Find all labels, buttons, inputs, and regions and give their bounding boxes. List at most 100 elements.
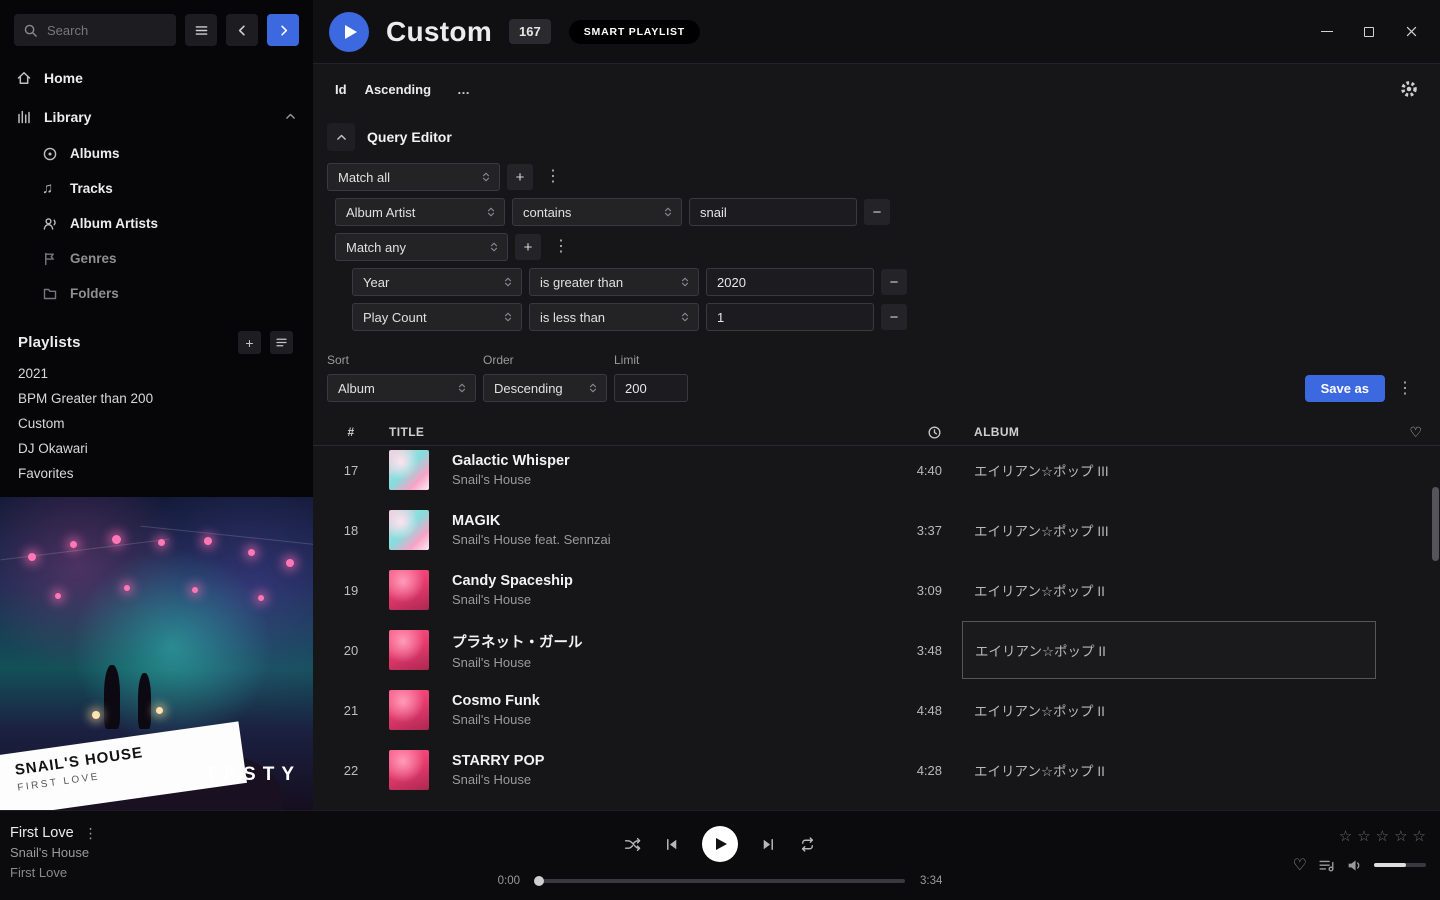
maximize-button[interactable] [1352,17,1386,47]
now-playing-menu-button[interactable]: ⋮ [84,823,98,843]
column-number[interactable]: # [347,425,354,439]
track-count-badge: 167 [509,19,551,44]
play-pause-button[interactable] [702,826,738,862]
seek-knob[interactable] [534,876,544,886]
rule-value-input[interactable] [706,268,874,296]
rule-field-select[interactable]: Album Artist [335,198,505,226]
album-art-thumbnail [389,630,429,670]
track-album[interactable]: エイリアン☆ポップ III [974,460,1388,480]
track-album[interactable]: エイリアン☆ポップ II [974,760,1388,780]
repeat-button[interactable] [799,836,816,853]
track-row[interactable]: 21 Cosmo Funk Snail's House 4:48 エイリアン☆ポ… [313,680,1440,740]
chevron-up-icon[interactable] [284,110,297,123]
rule-field-select[interactable]: Play Count [352,303,522,331]
limit-input[interactable] [614,374,688,402]
sort-column: Sort Album [327,353,476,402]
match-type-select[interactable]: Match any [335,233,508,261]
star-icon[interactable]: ☆ [1357,827,1370,845]
menu-button[interactable] [185,14,217,46]
previous-track-button[interactable] [663,836,680,853]
collapse-query-editor-button[interactable] [327,123,355,151]
rule-value-input[interactable] [706,303,874,331]
next-track-button[interactable] [760,836,777,853]
column-album[interactable]: ALBUM [974,425,1388,439]
tracklist-scrollbar[interactable] [1432,487,1439,561]
track-row[interactable]: 18 MAGIK Snail's House feat. Sennzai 3:3… [313,500,1440,560]
now-playing-artist: Snail's House [10,843,98,863]
save-as-button[interactable]: Save as [1305,375,1385,402]
group-menu-button[interactable]: ⋮ [548,234,574,260]
duration-column-clock-icon[interactable] [927,425,942,440]
add-rule-button[interactable]: + [507,164,533,190]
star-icon[interactable]: ☆ [1394,827,1407,845]
track-row[interactable]: 19 Candy Spaceship Snail's House 3:09 エイ… [313,560,1440,620]
rule-operator-select[interactable]: contains [512,198,682,226]
track-album[interactable]: エイリアン☆ポップ II [974,700,1388,720]
playlist-item[interactable]: BPM Greater than 200 [0,387,313,412]
track-row[interactable]: 17 Galactic Whisper Snail's House 4:40 エ… [313,446,1440,500]
remove-rule-button[interactable]: − [881,304,907,330]
star-icon[interactable]: ☆ [1413,827,1426,845]
add-rule-button[interactable]: + [515,234,541,260]
sidebar-item-tracks[interactable]: ♫ Tracks [0,171,313,206]
remove-rule-button[interactable]: − [881,269,907,295]
volume-icon[interactable] [1346,857,1363,874]
playlist-item[interactable]: DJ Okawari [0,437,313,462]
add-playlist-button[interactable]: + [238,331,261,354]
track-album[interactable]: エイリアン☆ポップ II [974,580,1388,600]
sidebar-item-genres[interactable]: Genres [0,241,313,276]
volume-slider[interactable] [1374,863,1426,867]
rule-field-select[interactable]: Year [352,268,522,296]
skip-previous-icon [663,836,680,853]
track-album-focused[interactable]: エイリアン☆ポップ II [962,621,1376,679]
remove-rule-button[interactable]: − [864,199,890,225]
playlist-item[interactable]: Favorites [0,462,313,487]
playlist-list-button[interactable] [270,331,293,354]
now-playing-artwork[interactable]: SNAIL'S HOUSE FIRST LOVE TASTY [0,497,313,810]
sidebar-item-library[interactable]: Library [0,97,313,136]
group-menu-button[interactable]: ⋮ [540,164,566,190]
seek-bar[interactable] [535,879,905,883]
favorite-column-heart-icon[interactable]: ♡ [1410,424,1423,441]
limit-label: Limit [614,353,688,367]
column-title[interactable]: TITLE [389,425,852,439]
sidebar-item-album-artists[interactable]: Album Artists [0,206,313,241]
sidebar-item-albums[interactable]: Albums [0,136,313,171]
forward-button[interactable] [267,14,299,46]
minimize-button[interactable] [1310,17,1344,47]
shuffle-button[interactable] [624,836,641,853]
back-button[interactable] [226,14,258,46]
match-type-select[interactable]: Match all [327,163,500,191]
track-title: Candy Spaceship [452,573,852,589]
play-playlist-button[interactable] [329,12,369,52]
sidebar-item-home[interactable]: Home [0,58,313,97]
sort-select[interactable]: Album [327,374,476,402]
rule-operator-select[interactable]: is greater than [529,268,699,296]
star-icon[interactable]: ☆ [1339,827,1352,845]
queue-icon[interactable] [1318,857,1335,874]
track-album[interactable]: エイリアン☆ポップ III [974,520,1388,540]
album-art-thumbnail [389,690,429,730]
track-duration: 3:37 [917,523,942,538]
search-input[interactable] [45,22,167,39]
star-icon[interactable]: ☆ [1376,827,1389,845]
more-button[interactable]: … [457,82,471,97]
track-row[interactable]: 20 プラネット・ガール Snail's House 3:48 エイリアン☆ポッ… [313,620,1440,680]
query-rule-row: Year is greater than − [352,268,1426,296]
sort-direction-button[interactable]: Ascending [365,82,431,97]
sidebar-item-folders[interactable]: Folders [0,276,313,311]
track-row[interactable]: 22 STARRY POP Snail's House 4:28 エイリアン☆ポ… [313,740,1440,800]
top-region: Home Library Albums ♫ [0,0,1440,810]
playlist-item[interactable]: 2021 [0,362,313,387]
sort-field-button[interactable]: Id [335,82,347,97]
rule-operator-select[interactable]: is less than [529,303,699,331]
lantern [70,541,77,548]
settings-gear-icon[interactable] [1400,80,1418,98]
search-box[interactable] [14,14,176,46]
playlist-item[interactable]: Custom [0,412,313,437]
order-select[interactable]: Descending [483,374,607,402]
save-menu-button[interactable]: ⋮ [1392,376,1418,402]
close-button[interactable] [1394,17,1428,47]
rule-value-input[interactable] [689,198,857,226]
favorite-heart-icon[interactable]: ♡ [1293,855,1307,875]
